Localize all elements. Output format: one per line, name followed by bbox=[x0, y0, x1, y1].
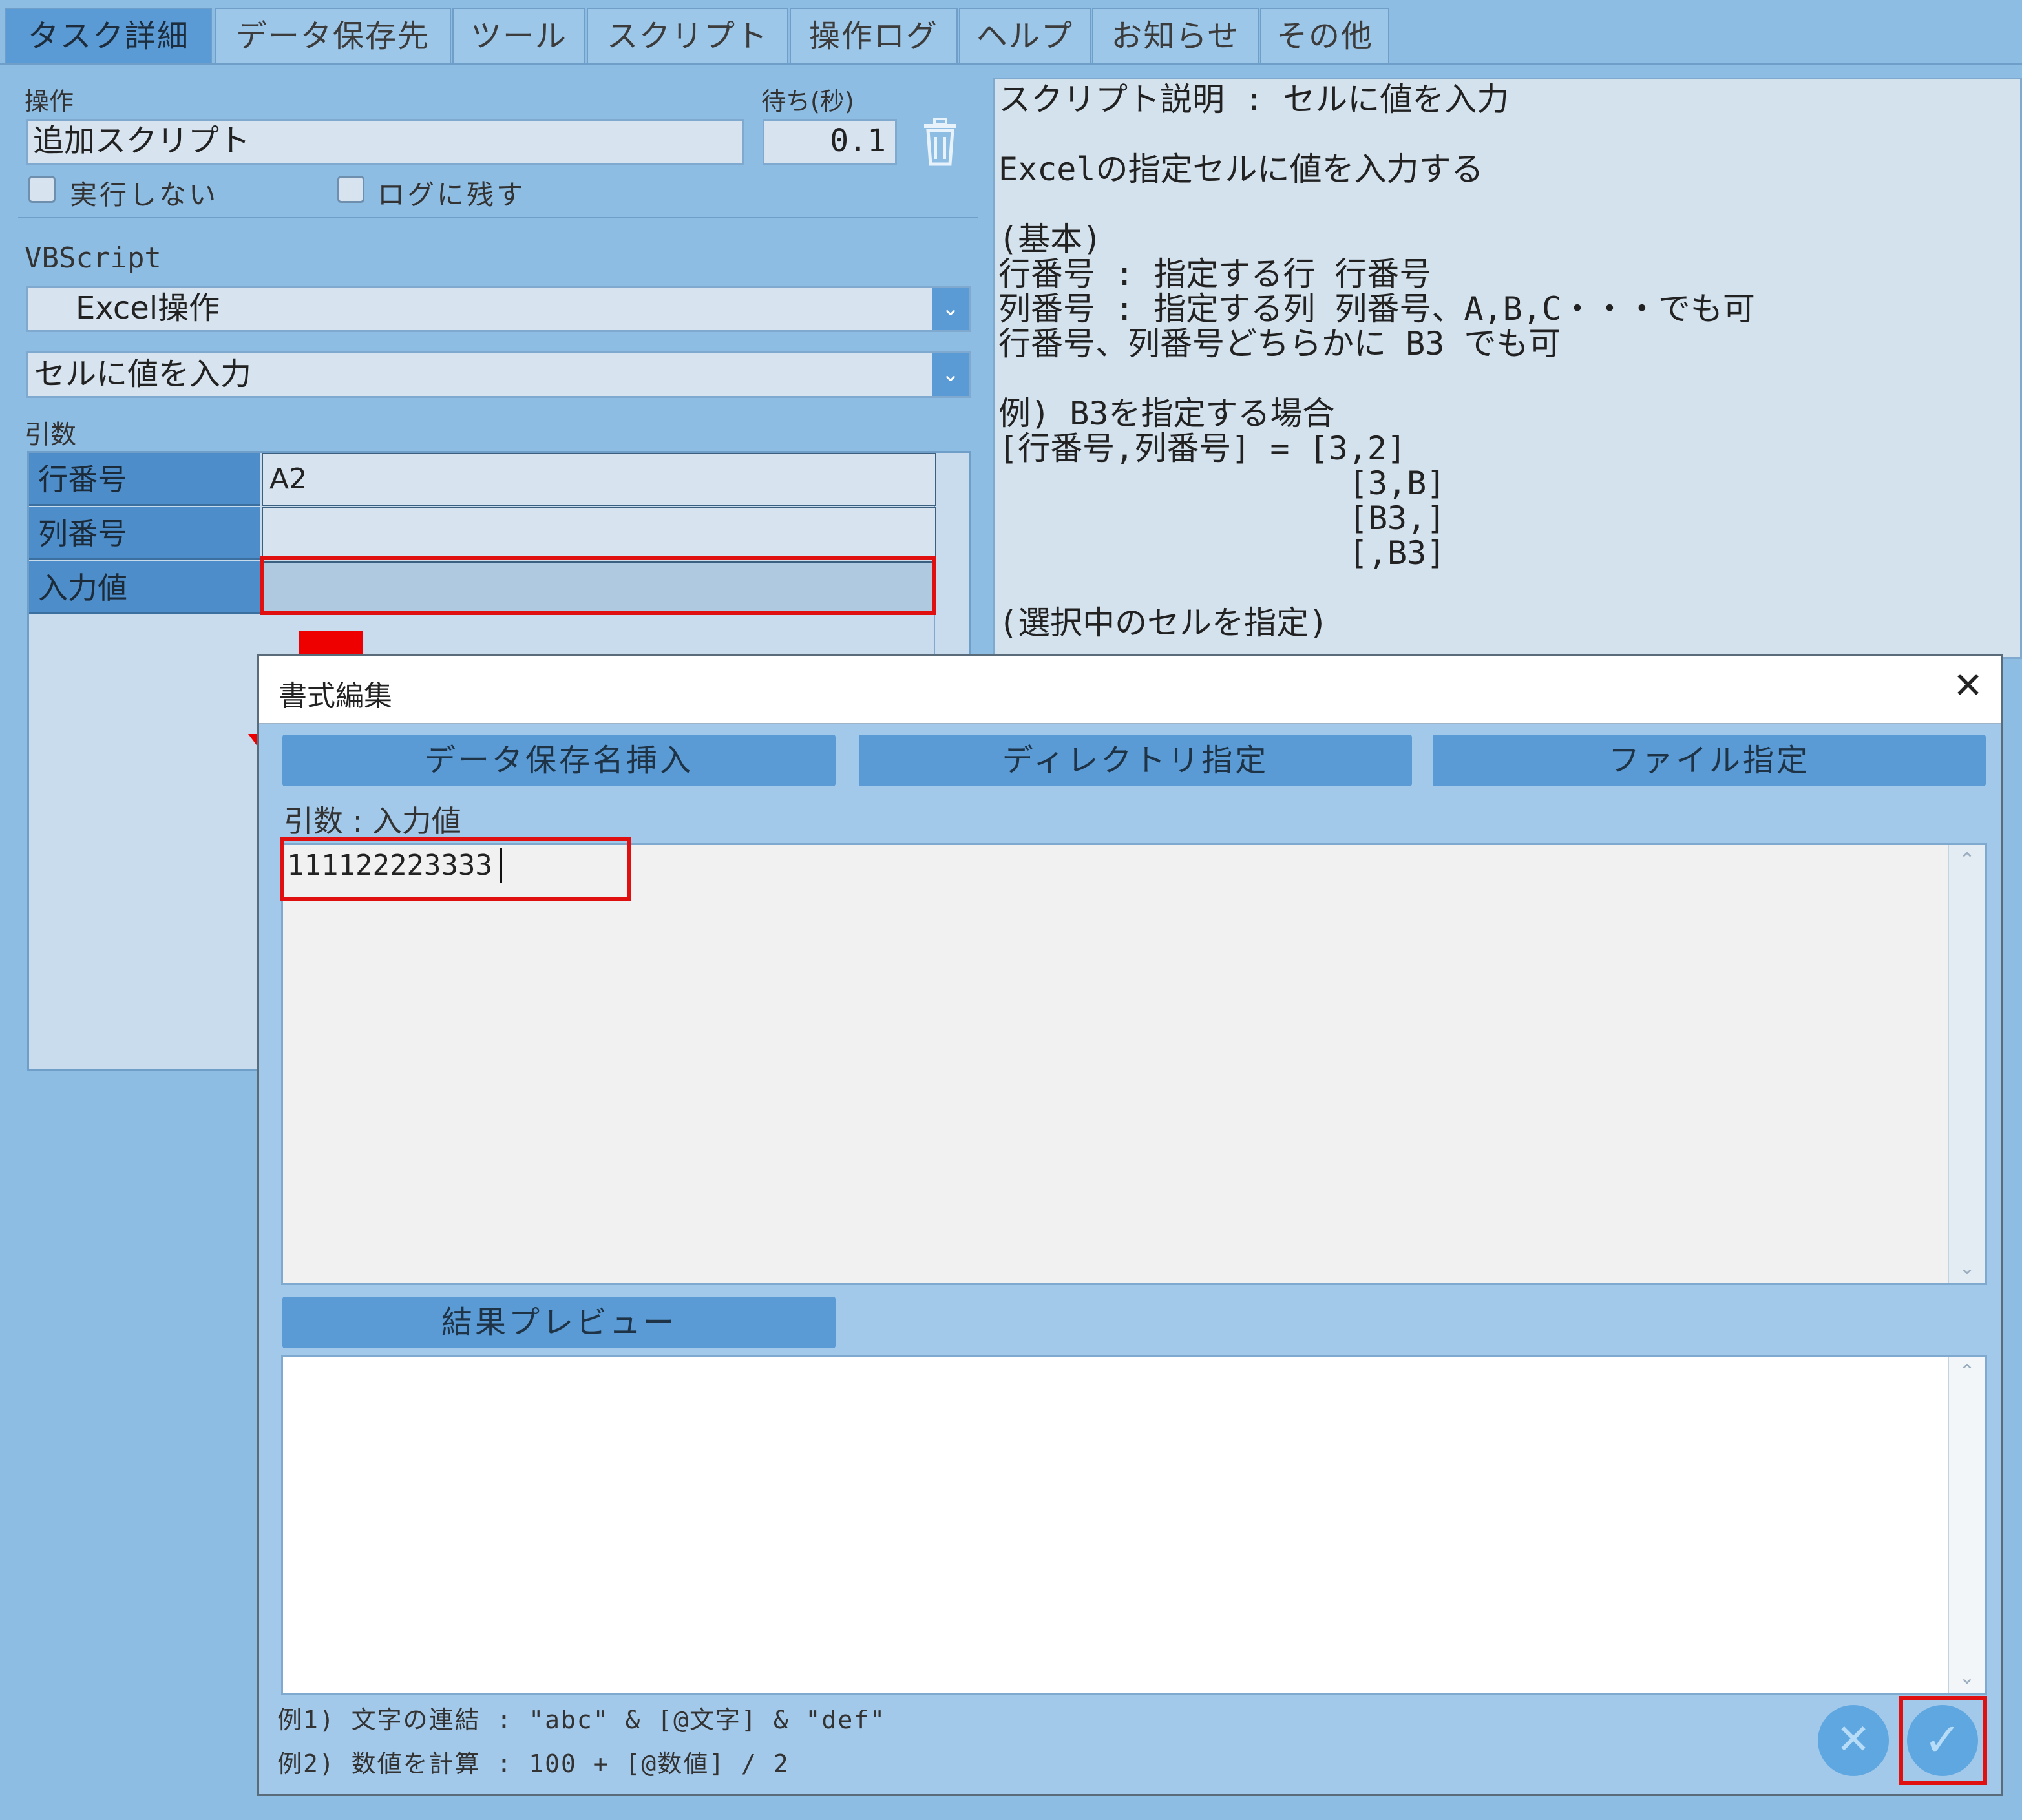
scroll-down-icon[interactable]: ⌄ bbox=[1949, 1257, 1985, 1279]
top-tab-bar: タスク詳細 データ保存先 ツール スクリプト 操作ログ ヘルプ お知らせ その他 bbox=[0, 0, 2022, 65]
operation-label: 操作 bbox=[25, 87, 74, 116]
args-label: 引数 bbox=[25, 420, 76, 450]
tab-notice[interactable]: お知らせ bbox=[1092, 8, 1259, 63]
script-action-value: セルに値を入力 bbox=[34, 356, 252, 392]
chevron-down-icon[interactable]: ⌄ bbox=[932, 288, 969, 330]
input-scrollbar[interactable]: ⌃ ⌄ bbox=[1948, 845, 1985, 1283]
script-description-panel: スクリプト説明 : セルに値を入力 Excelの指定セルに値を入力する (基本)… bbox=[993, 78, 2022, 659]
wait-seconds-input[interactable]: 0.1 bbox=[763, 119, 897, 165]
dialog-title-bar: 書式編集 ✕ bbox=[259, 656, 2001, 724]
arg-value-row[interactable]: A2 bbox=[262, 453, 936, 506]
insert-data-name-button[interactable]: データ保存名挿入 bbox=[282, 735, 836, 786]
trash-icon[interactable] bbox=[920, 118, 960, 167]
chevron-down-icon[interactable]: ⌄ bbox=[932, 353, 969, 396]
tab-script[interactable]: スクリプト bbox=[587, 8, 788, 63]
result-preview-button[interactable]: 結果プレビュー bbox=[282, 1297, 836, 1348]
arg-name-column: 列番号 bbox=[29, 507, 260, 560]
no-execute-checkbox[interactable] bbox=[28, 176, 56, 203]
file-button[interactable]: ファイル指定 bbox=[1433, 735, 1986, 786]
wait-seconds-label: 待ち(秒) bbox=[761, 87, 854, 116]
arg-name-input-value: 入力値 bbox=[29, 561, 260, 614]
highlight-box-confirm bbox=[1899, 1696, 1987, 1785]
cancel-icon[interactable]: ✕ bbox=[1818, 1705, 1889, 1776]
arg-name-row: 行番号 bbox=[29, 453, 260, 506]
tab-other[interactable]: その他 bbox=[1260, 8, 1389, 63]
highlight-box-input-value bbox=[260, 556, 936, 615]
script-category-value: Excel操作 bbox=[76, 290, 220, 326]
example-2-text: 例2) 数値を計算 : 100 + [@数値] / 2 bbox=[277, 1750, 790, 1778]
tab-help[interactable]: ヘルプ bbox=[959, 8, 1091, 63]
result-preview-area: ⌃ ⌄ bbox=[281, 1355, 1987, 1695]
no-execute-label: 実行しない bbox=[70, 179, 219, 211]
tab-task-detail[interactable]: タスク詳細 bbox=[5, 8, 212, 63]
format-input-textarea[interactable]: 111122223333 ⌃ ⌄ bbox=[281, 843, 1987, 1285]
tab-tools[interactable]: ツール bbox=[452, 8, 585, 63]
close-icon[interactable]: ✕ bbox=[1953, 665, 1983, 707]
highlight-box-input-text bbox=[280, 837, 631, 901]
divider bbox=[18, 217, 978, 218]
scroll-down-icon[interactable]: ⌄ bbox=[1949, 1666, 1985, 1689]
tab-operation-log[interactable]: 操作ログ bbox=[790, 8, 958, 63]
script-category-select[interactable]: Excel操作 ⌄ bbox=[26, 286, 971, 332]
arg-value-column[interactable] bbox=[262, 507, 936, 560]
script-description-text: スクリプト説明 : セルに値を入力 Excelの指定セルに値を入力する (基本)… bbox=[998, 81, 1755, 642]
script-type-label: VBScript bbox=[25, 242, 162, 275]
keep-log-label: ログに残す bbox=[377, 179, 527, 211]
script-action-select[interactable]: セルに値を入力 ⌄ bbox=[26, 351, 971, 398]
directory-button[interactable]: ディレクトリ指定 bbox=[859, 735, 1412, 786]
example-1-text: 例1) 文字の連結 : "abc" & [@文字] & "def" bbox=[277, 1706, 886, 1734]
preview-scrollbar[interactable]: ⌃ ⌄ bbox=[1948, 1357, 1985, 1693]
operation-name-input[interactable]: 追加スクリプト bbox=[26, 119, 744, 165]
keep-log-checkbox[interactable] bbox=[337, 176, 364, 203]
dialog-title: 書式編集 bbox=[279, 680, 392, 713]
scroll-up-icon[interactable]: ⌃ bbox=[1949, 1361, 1985, 1383]
tab-data-save[interactable]: データ保存先 bbox=[215, 8, 451, 63]
scroll-up-icon[interactable]: ⌃ bbox=[1949, 849, 1985, 872]
dialog-arg-label: 引数 : 入力値 bbox=[284, 804, 461, 839]
format-edit-dialog: 書式編集 ✕ データ保存名挿入 ディレクトリ指定 ファイル指定 引数 : 入力値… bbox=[257, 654, 2003, 1796]
